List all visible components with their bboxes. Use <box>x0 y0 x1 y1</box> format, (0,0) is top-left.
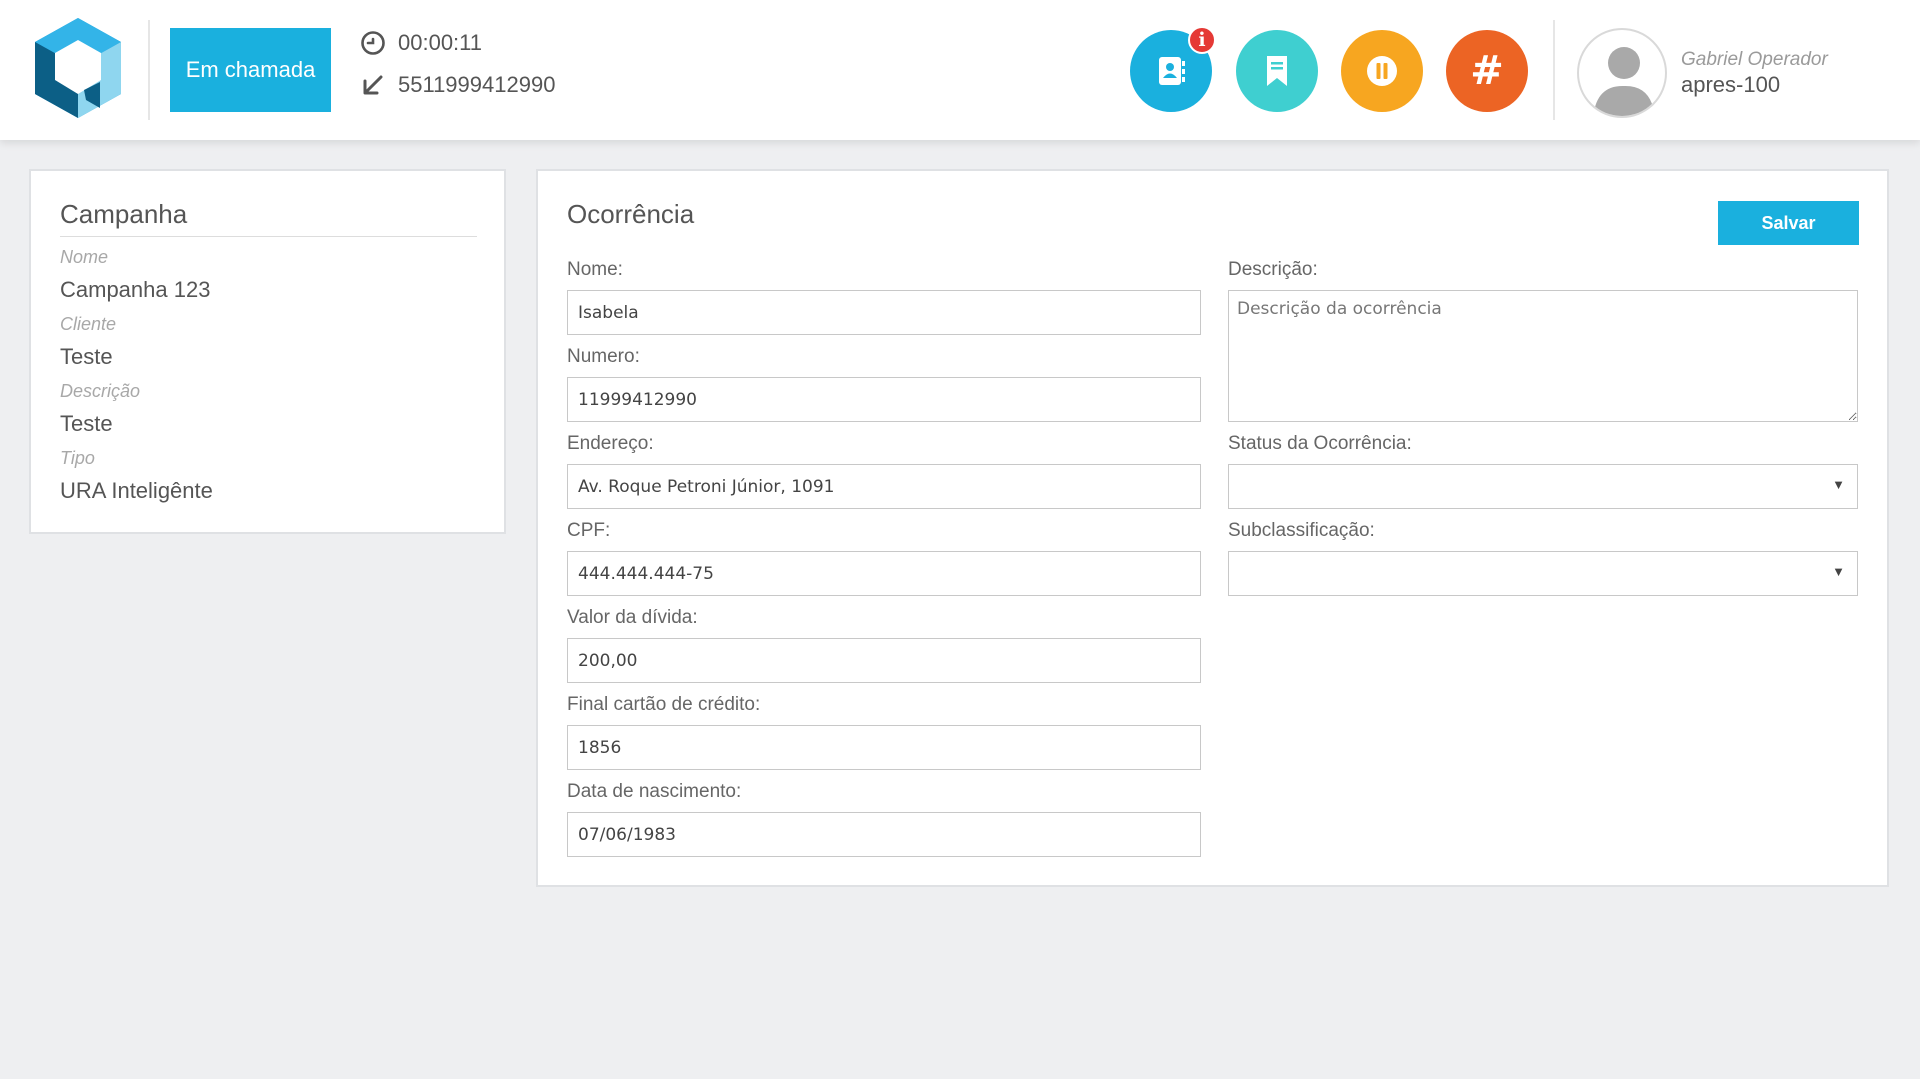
address-input[interactable] <box>567 464 1201 509</box>
description-textarea[interactable] <box>1228 290 1858 422</box>
call-number-text: 5511999412990 <box>398 72 556 97</box>
number-input[interactable] <box>567 377 1201 422</box>
notes-button[interactable] <box>1236 30 1318 112</box>
campaign-type-value: URA Inteligênte <box>60 478 213 503</box>
user-avatar[interactable] <box>1577 28 1667 118</box>
cpf-input[interactable] <box>567 551 1201 596</box>
notification-badge: i <box>1188 26 1216 54</box>
campaign-panel: Campanha Nome Campanha 123 Cliente Teste… <box>29 169 506 534</box>
occurrence-panel: Ocorrência Salvar Nome: Numero: Endereço… <box>536 169 1889 887</box>
dialpad-button[interactable]: # <box>1446 30 1528 112</box>
occurrence-status-select[interactable]: ▼ <box>1228 464 1858 509</box>
debt-value-input[interactable] <box>567 638 1201 683</box>
incoming-call-arrow-icon <box>363 75 383 95</box>
name-input[interactable] <box>567 290 1201 335</box>
campaign-description-label: Descrição <box>60 381 141 401</box>
card-ending-input[interactable] <box>567 725 1201 770</box>
bookmark-icon <box>1267 56 1287 86</box>
call-timer-text: 00:00:11 <box>398 30 483 55</box>
top-bar: Em chamada 00:00:11 5511999412990 i # Ga… <box>0 0 1920 140</box>
dropdown-caret-icon: ▼ <box>1832 477 1845 492</box>
campaign-title: Campanha <box>60 199 477 237</box>
number-label: Numero: <box>567 346 640 367</box>
header-divider <box>148 20 150 120</box>
pause-icon <box>1367 56 1397 86</box>
name-label: Nome: <box>567 259 623 280</box>
campaign-type-label: Tipo <box>60 448 95 468</box>
debt-value-label: Valor da dívida: <box>567 607 698 628</box>
occurrence-title: Ocorrência <box>567 199 695 229</box>
save-button[interactable]: Salvar <box>1718 201 1859 245</box>
call-number: 5511999412990 <box>360 72 555 98</box>
birth-date-input[interactable] <box>567 812 1201 857</box>
header-divider-user <box>1553 20 1555 120</box>
campaign-client-label: Cliente <box>60 314 117 334</box>
pause-button[interactable] <box>1341 30 1423 112</box>
clock-icon <box>361 31 385 55</box>
cpf-label: CPF: <box>567 520 611 541</box>
user-extension: apres-100 <box>1681 72 1781 97</box>
call-timer: 00:00:11 <box>360 30 482 56</box>
subclassification-label: Subclassificação: <box>1228 520 1375 541</box>
user-name: Gabriel Operador <box>1681 49 1828 70</box>
call-status-button[interactable]: Em chamada <box>170 28 331 112</box>
hash-icon: # <box>1470 48 1504 94</box>
address-label: Endereço: <box>567 433 654 454</box>
campaign-name-label: Nome <box>60 247 109 267</box>
user-silhouette-icon <box>1593 47 1655 116</box>
birth-date-label: Data de nascimento: <box>567 781 742 802</box>
contacts-button[interactable]: i <box>1130 26 1216 112</box>
card-ending-label: Final cartão de crédito: <box>567 694 761 715</box>
subclassification-select[interactable]: ▼ <box>1228 551 1858 596</box>
description-label: Descrição: <box>1228 259 1318 280</box>
campaign-name-value: Campanha 123 <box>60 277 211 302</box>
dropdown-caret-icon: ▼ <box>1832 564 1845 579</box>
campaign-client-value: Teste <box>60 344 113 369</box>
campaign-description-value: Teste <box>60 411 113 436</box>
app-logo <box>35 18 121 118</box>
contacts-book-icon <box>1159 57 1185 85</box>
occurrence-status-label: Status da Ocorrência: <box>1228 433 1412 454</box>
